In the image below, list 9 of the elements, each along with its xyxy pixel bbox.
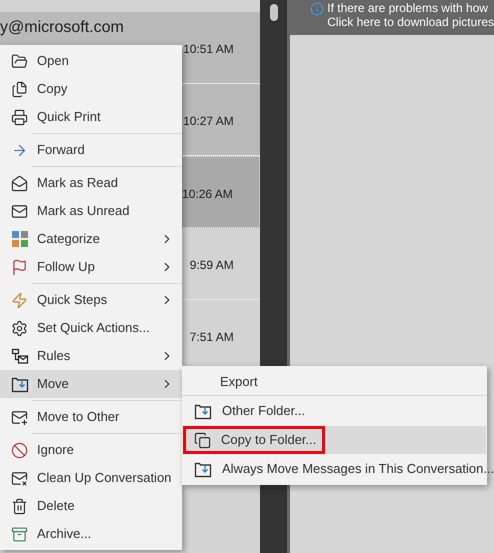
- time-text: 9:59 AM: [190, 257, 234, 274]
- time-text: 7:51 AM: [190, 329, 234, 346]
- time-text: 10:27 AM: [183, 113, 234, 130]
- submenu-header: Export: [220, 372, 258, 391]
- info-text: If there are problems with how: [327, 1, 489, 15]
- time-text: 10:26 AM: [182, 186, 233, 203]
- sender-text: y@microsoft.com: [0, 20, 124, 38]
- time-text: 10:51 AM: [183, 41, 234, 58]
- info-text: Click here to download pictures: [327, 15, 494, 29]
